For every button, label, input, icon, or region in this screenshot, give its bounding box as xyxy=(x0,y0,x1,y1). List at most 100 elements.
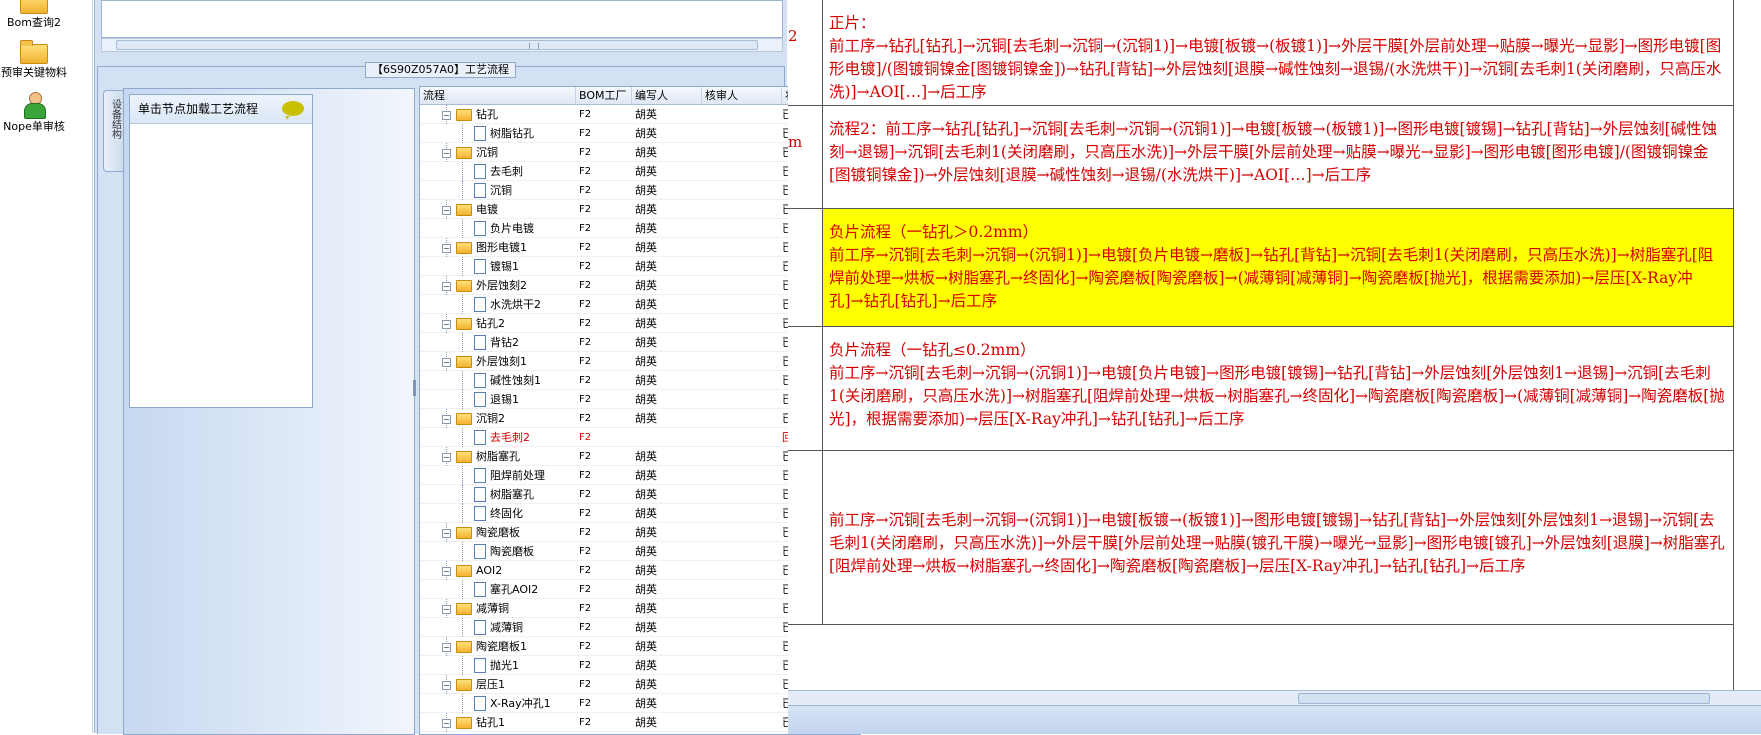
tree-cell: − 树脂塞孔 xyxy=(420,447,575,466)
collapse-toggle-icon[interactable]: − xyxy=(442,605,451,614)
column-header-writer[interactable]: 编写人 xyxy=(632,87,702,104)
reviewer-cell xyxy=(702,675,772,694)
writer-cell: 胡英 xyxy=(635,203,657,216)
table-row[interactable]: −图形电镀1F2胡英已编写 xyxy=(420,238,845,257)
table-row[interactable]: 陶瓷磨板F2胡英已编写 xyxy=(420,542,845,561)
column-header-flow[interactable]: 流程 xyxy=(420,87,576,104)
table-row[interactable]: 减薄铜F2胡英已编写 xyxy=(420,618,845,637)
bom-cell: F2 xyxy=(579,318,592,329)
scrollbar-thumb[interactable] xyxy=(1298,693,1710,704)
reviewer-cell xyxy=(702,314,772,333)
reviewer-cell xyxy=(702,580,772,599)
table-row[interactable]: 去毛刺F2胡英已编写 xyxy=(420,162,845,181)
table-row[interactable]: 镀锡1F2胡英已编写 xyxy=(420,257,845,276)
shortcut-key-materials[interactable]: 预审关键物料 xyxy=(0,40,68,80)
collapse-toggle-icon[interactable]: − xyxy=(442,244,451,253)
node-label: 陶瓷磨板 xyxy=(490,545,534,558)
collapse-toggle-icon[interactable]: − xyxy=(442,282,451,291)
document-icon xyxy=(474,582,486,597)
table-row[interactable]: 树脂塞孔F2胡英已编写 xyxy=(420,485,845,504)
column-header-reviewer[interactable]: 核审人 xyxy=(702,87,782,104)
reviewer-cell xyxy=(702,200,772,219)
writer-cell: 胡英 xyxy=(635,336,657,349)
folder-icon xyxy=(456,280,472,292)
table-row[interactable]: −陶瓷磨板F2胡英已编写 xyxy=(420,523,845,542)
table-row[interactable]: −减薄铜F2胡英已编写 xyxy=(420,599,845,618)
node-label: 钻孔2 xyxy=(476,317,505,330)
table-row[interactable]: 沉铜F2胡英已编写 xyxy=(420,181,845,200)
flow-card: 单击节点加载工艺流程 xyxy=(129,94,313,408)
table-row[interactable]: X-Ray冲孔1F2胡英已编写 xyxy=(420,694,845,713)
table-row[interactable]: 树脂钻孔F2胡英已编写 xyxy=(420,124,845,143)
node-label: 图形电镀1 xyxy=(476,241,527,254)
table-row[interactable]: −电镀F2胡英已编写 xyxy=(420,200,845,219)
table-row[interactable]: 终固化F2胡英已编写 xyxy=(420,504,845,523)
scrollbar-thumb[interactable] xyxy=(116,40,758,50)
table-row[interactable]: −沉铜2F2胡英已编写 xyxy=(420,409,845,428)
table-row[interactable]: 抛光1F2胡英已编写 xyxy=(420,656,845,675)
collapse-toggle-icon[interactable]: − xyxy=(442,358,451,367)
table-row[interactable]: −树脂塞孔F2胡英已编写 xyxy=(420,447,845,466)
reviewer-cell xyxy=(702,352,772,371)
document-left-cell: 铜 2 xyxy=(788,0,823,105)
tree-cell: − 层压1 xyxy=(420,675,575,694)
collapse-toggle-icon[interactable]: − xyxy=(442,111,451,120)
document-icon xyxy=(474,183,486,198)
table-row[interactable]: −钻孔1F2胡英已编写 xyxy=(420,713,845,732)
collapse-toggle-icon[interactable]: − xyxy=(442,206,451,215)
collapse-toggle-icon[interactable]: − xyxy=(442,719,451,728)
collapse-toggle-icon[interactable]: − xyxy=(442,567,451,576)
table-row[interactable]: −外层蚀刻2F2胡英已编写 xyxy=(420,276,845,295)
reviewer-cell xyxy=(702,542,772,561)
tree-cell: − 电镀 xyxy=(420,200,575,219)
reviewer-cell xyxy=(702,333,772,352)
horizontal-scrollbar[interactable] xyxy=(101,38,783,52)
node-label: X-Ray冲孔1 xyxy=(490,697,551,710)
splitter-handle[interactable] xyxy=(413,380,416,396)
shortcut-bom-query[interactable]: Bom查询2 xyxy=(0,0,68,30)
bom-cell: F2 xyxy=(579,660,592,671)
table-row[interactable]: −钻孔F2胡英已编写 xyxy=(420,105,845,124)
table-row[interactable]: 背钻2F2胡英已编写 xyxy=(420,333,845,352)
reviewer-cell xyxy=(702,124,772,143)
table-row[interactable]: 碱性蚀刻1F2胡英已编写 xyxy=(420,371,845,390)
table-row[interactable]: −AOI2F2胡英已编写 xyxy=(420,561,845,580)
collapse-toggle-icon[interactable]: − xyxy=(442,415,451,424)
node-label: 阻焊前处理 xyxy=(490,469,545,482)
chat-bubble-icon[interactable] xyxy=(282,101,304,120)
collapse-toggle-icon[interactable]: − xyxy=(442,681,451,690)
collapse-toggle-icon[interactable]: − xyxy=(442,529,451,538)
table-row[interactable]: −钻孔2F2胡英已编写 xyxy=(420,314,845,333)
column-header-bom[interactable]: BOM工厂 xyxy=(576,87,632,104)
table-row[interactable]: 负片电镀F2胡英已编写 xyxy=(420,219,845,238)
tree-cell: 背钻2 xyxy=(420,333,575,352)
table-row[interactable]: 塞孔AOI2F2胡英已编写 xyxy=(420,580,845,599)
document-row: 前工序→沉铜[去毛刺→沉铜→(沉铜1)]→电镀[板镀→(板镀1)]→图形电镀[镀… xyxy=(788,451,1733,625)
table-row[interactable]: 水洗烘干2F2胡英已编写 xyxy=(420,295,845,314)
table-row[interactable]: 退锡1F2胡英已编写 xyxy=(420,390,845,409)
table-row[interactable]: −陶瓷磨板1F2胡英已编写 xyxy=(420,637,845,656)
document-icon xyxy=(474,487,486,502)
folder-icon xyxy=(456,356,472,368)
collapse-toggle-icon[interactable]: − xyxy=(442,643,451,652)
collapse-toggle-icon[interactable]: − xyxy=(442,453,451,462)
flow-card-header[interactable]: 单击节点加载工艺流程 xyxy=(130,95,312,124)
node-label: 镀锡1 xyxy=(490,260,519,273)
table-row[interactable]: −层压1F2胡英已编写 xyxy=(420,675,845,694)
document-horizontal-scrollbar[interactable] xyxy=(788,690,1761,705)
table-row[interactable]: 去毛刺2F2回退 xyxy=(420,428,845,447)
reviewer-cell xyxy=(702,105,772,124)
node-label: 退锡1 xyxy=(490,393,519,406)
folder-open-icon xyxy=(20,40,48,64)
node-label: 沉铜 xyxy=(490,184,512,197)
collapse-toggle-icon[interactable]: − xyxy=(442,320,451,329)
bom-cell: F2 xyxy=(579,489,592,500)
node-label: 塞孔AOI2 xyxy=(490,583,539,596)
writer-cell: 胡英 xyxy=(635,279,657,292)
table-row[interactable]: −沉铜F2胡英已编写 xyxy=(420,143,845,162)
collapse-toggle-icon[interactable]: − xyxy=(442,149,451,158)
table-row[interactable]: 阻焊前处理F2胡英已编写 xyxy=(420,466,845,485)
shortcut-nope-review[interactable]: Nope单审核 xyxy=(0,92,68,134)
tree-cell: 退锡1 xyxy=(420,390,575,409)
table-row[interactable]: −外层蚀刻1F2胡英已编写 xyxy=(420,352,845,371)
